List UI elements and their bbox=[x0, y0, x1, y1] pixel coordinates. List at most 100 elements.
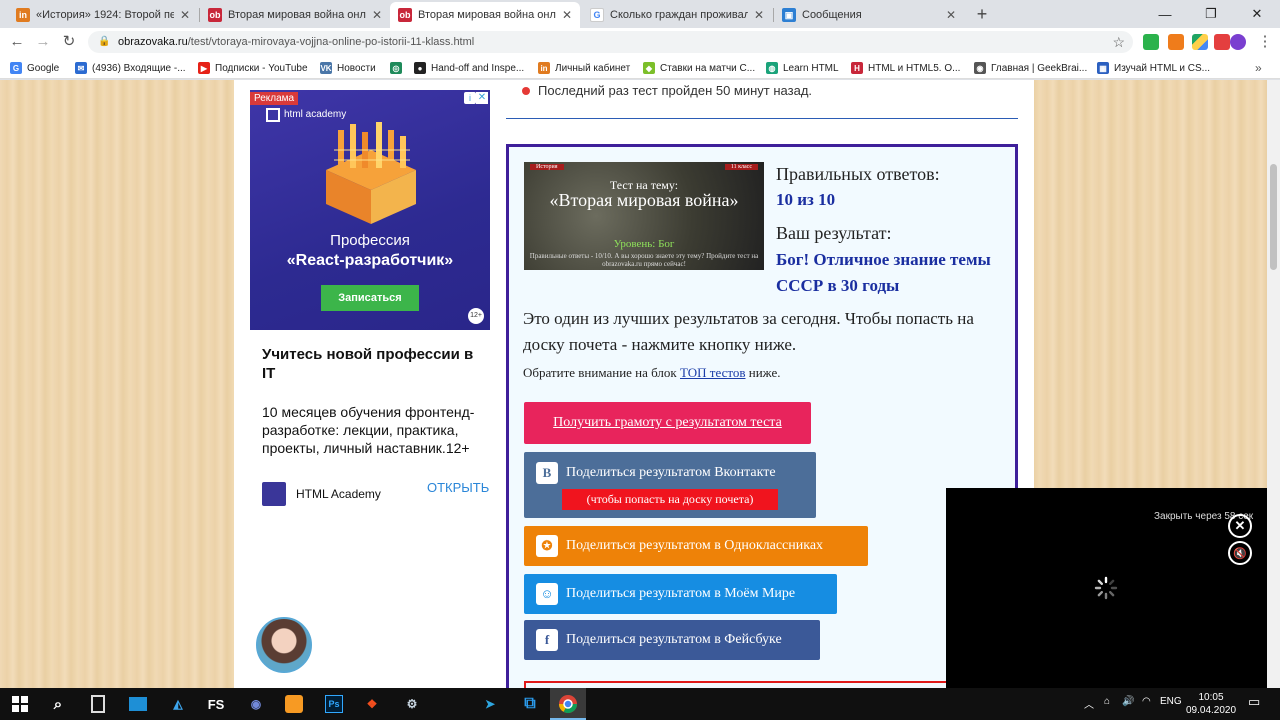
ad-logo-text: html academy bbox=[284, 109, 347, 120]
moi-mir-icon: ☺ bbox=[536, 583, 558, 605]
extension-icon[interactable] bbox=[1214, 34, 1230, 50]
bookmark-globe[interactable]: ◎ bbox=[390, 60, 407, 76]
ad-banner[interactable]: Реклама i ✕ html academy Профессия «Reac… bbox=[250, 90, 490, 330]
discord-icon[interactable]: ◉ bbox=[244, 692, 268, 716]
chrome-icon[interactable] bbox=[556, 692, 580, 716]
extension-camera-icon[interactable] bbox=[1168, 34, 1184, 50]
share-mymir-button[interactable]: ☺ Поделиться результатом в Моём Мире bbox=[524, 574, 837, 614]
share-ok-button[interactable]: ✪ Поделиться результатом в Одноклассника… bbox=[524, 526, 868, 566]
bookmark-html5[interactable]: H HTML и HTML5. О... bbox=[851, 60, 960, 76]
browser-toolbar: ← → ↻ 🔒 obrazovaka.ru/test/vtoraya-mirov… bbox=[0, 28, 1280, 56]
tab-title: Вторая мировая война онлайн bbox=[418, 9, 556, 21]
sublime-text-icon[interactable] bbox=[282, 692, 306, 716]
tab-ww2-active[interactable]: ob Вторая мировая война онлайн ✕ bbox=[390, 2, 580, 28]
restore-button[interactable]: ❐ bbox=[1188, 0, 1234, 28]
scrollbar-thumb[interactable] bbox=[1270, 164, 1277, 270]
tab-ww2-1[interactable]: ob Вторая мировая война онлайн ✕ bbox=[200, 2, 390, 28]
bookmark-handoff[interactable]: ● Hand-off and Inspe... bbox=[414, 60, 524, 76]
figma-icon[interactable]: ❖ bbox=[360, 692, 384, 716]
google-drive-icon[interactable] bbox=[1192, 34, 1208, 50]
minimize-button[interactable]: — bbox=[1142, 0, 1188, 28]
video-overlay[interactable]: Закрыть через 58 сек ✕ 🔇 bbox=[946, 488, 1268, 688]
system-clock[interactable]: 10:05 09.04.2020 bbox=[1186, 691, 1236, 717]
tab-close-icon[interactable]: ✕ bbox=[180, 8, 190, 22]
geekbrains-icon: ◉ bbox=[974, 62, 986, 74]
tab-close-icon[interactable]: ✕ bbox=[946, 8, 956, 22]
url-host: obrazovaka.ru bbox=[118, 36, 188, 48]
tab-close-icon[interactable]: ✕ bbox=[754, 8, 764, 22]
bookmarks-bar: G Google ✉ (4936) Входящие -... ▶ Подписки … bbox=[0, 56, 1280, 79]
ad-info-icon[interactable]: i bbox=[464, 92, 476, 104]
calculator-icon[interactable] bbox=[86, 692, 110, 716]
bookmark-cabinet[interactable]: in Личный кабинет bbox=[538, 60, 630, 76]
windows-start-icon[interactable] bbox=[8, 692, 32, 716]
get-certificate-button[interactable]: Получить грамоту с результатом теста bbox=[524, 402, 811, 444]
ad-close-icon[interactable]: ✕ bbox=[476, 92, 488, 104]
tab-istoriya[interactable]: in «История» 1924: Второй период ✕ bbox=[8, 2, 198, 28]
ad-brand[interactable]: HTML Academy bbox=[262, 482, 381, 506]
volume-icon[interactable]: 🔊 bbox=[1122, 696, 1134, 707]
steam-icon[interactable]: ⚙ bbox=[400, 692, 424, 716]
photoshop-icon[interactable]: Ps bbox=[322, 692, 346, 716]
tab-google-search[interactable]: G Сколько граждан проживало в ✕ bbox=[582, 2, 772, 28]
ad-description[interactable]: 10 месяцев обучения фронтенд-разработке:… bbox=[262, 403, 486, 457]
tab-title: Сообщения bbox=[802, 9, 862, 21]
bookmark-inbox[interactable]: ✉ (4936) Входящие -... bbox=[75, 60, 186, 76]
last-passed-note: Последний раз тест пройден 50 минут наза… bbox=[522, 83, 812, 98]
ad-heading[interactable]: Учитесь новой профессии в IT bbox=[262, 345, 482, 383]
share-vk-button[interactable]: В Поделиться результатом Вконтакте (чтоб… bbox=[524, 452, 816, 518]
wifi-icon[interactable]: ◠ bbox=[1142, 696, 1151, 707]
language-indicator[interactable]: ENG bbox=[1160, 696, 1182, 707]
reload-icon[interactable]: ↻ bbox=[58, 32, 80, 52]
bookmarks-overflow-icon[interactable]: » bbox=[1255, 60, 1262, 76]
address-bar[interactable]: 🔒 obrazovaka.ru/test/vtoraya-mirovaya-vo… bbox=[88, 31, 1133, 53]
button-label: Поделиться результатом в Одноклассниках bbox=[566, 538, 824, 553]
bookmark-news[interactable]: VK Новости bbox=[320, 60, 376, 76]
tab-close-icon[interactable]: ✕ bbox=[372, 8, 382, 22]
url-text[interactable]: obrazovaka.ru/test/vtoraya-mirovaya-vojj… bbox=[118, 36, 474, 48]
windows-taskbar: ⌕ ◭ FS ◉ Ps ❖ ⚙ ➤ ⧉ ︿ ⌂ 🔊 ◠ ENG 10:05 09… bbox=[0, 688, 1280, 720]
tray-chevron-icon[interactable]: ︿ bbox=[1084, 696, 1094, 711]
lock-icon[interactable]: 🔒 bbox=[98, 36, 110, 48]
tab-title: Вторая мировая война онлайн bbox=[228, 9, 366, 21]
bookmark-geekbrains[interactable]: ◉ Главная | GeekBrai... bbox=[974, 60, 1087, 76]
bookmark-youtube[interactable]: ▶ Подписки - YouTube bbox=[198, 60, 308, 76]
azure-data-studio-icon[interactable]: ◭ bbox=[166, 692, 190, 716]
tab-messages[interactable]: ▣ Сообщения ✕ bbox=[774, 2, 964, 28]
vscode-icon[interactable]: ⧉ bbox=[518, 692, 542, 716]
bookmark-bets[interactable]: ◆ Ставки на матчи С... bbox=[643, 60, 755, 76]
vk-icon: В bbox=[536, 462, 558, 484]
forward-icon[interactable]: → bbox=[32, 32, 54, 52]
fs-app-icon[interactable]: FS bbox=[204, 692, 228, 716]
bookmark-study-html[interactable]: ▦ Изучай HTML и CS... bbox=[1097, 60, 1210, 76]
search-icon[interactable]: ⌕ bbox=[46, 692, 70, 716]
profile-avatar[interactable] bbox=[1230, 34, 1246, 50]
ad-open-link[interactable]: ОТКРЫТЬ bbox=[427, 480, 489, 495]
bookmark-learn-html[interactable]: ◍ Learn HTML bbox=[766, 60, 839, 76]
chat-avatar[interactable] bbox=[256, 617, 312, 673]
close-video-icon[interactable]: ✕ bbox=[1228, 514, 1252, 538]
bookmark-star-icon[interactable]: ☆ bbox=[1112, 34, 1125, 51]
bookmark-label: Hand-off and Inspe... bbox=[431, 62, 525, 74]
bookmark-label: HTML и HTML5. О... bbox=[868, 62, 961, 74]
new-tab-button[interactable]: + bbox=[972, 4, 992, 24]
learn-icon: ◍ bbox=[766, 62, 778, 74]
photos-icon[interactable] bbox=[126, 692, 150, 716]
ad-signup-button[interactable]: Записаться bbox=[321, 285, 419, 311]
back-icon[interactable]: ← bbox=[6, 32, 28, 52]
top-tests-block bbox=[524, 681, 1014, 688]
top-tests-link[interactable]: ТОП тестов bbox=[680, 365, 746, 380]
tab-close-icon[interactable]: ✕ bbox=[562, 8, 572, 22]
extension-shield-icon[interactable] bbox=[1143, 34, 1159, 50]
in-icon: in bbox=[538, 62, 550, 74]
divider bbox=[506, 118, 1018, 119]
mute-icon[interactable]: 🔇 bbox=[1228, 541, 1252, 565]
notifications-icon[interactable]: ▭ bbox=[1248, 694, 1260, 710]
tray-network-icon[interactable]: ⌂ bbox=[1104, 696, 1110, 707]
menu-dots-icon[interactable]: ⋮ bbox=[1254, 32, 1276, 52]
bookmark-google[interactable]: G Google bbox=[10, 60, 59, 76]
share-facebook-button[interactable]: f Поделиться результатом в Фейсбуке bbox=[524, 620, 820, 660]
telegram-icon[interactable]: ➤ bbox=[478, 692, 502, 716]
page-scrollbar[interactable] bbox=[1267, 80, 1280, 688]
close-window-button[interactable]: ✕ bbox=[1234, 0, 1280, 28]
